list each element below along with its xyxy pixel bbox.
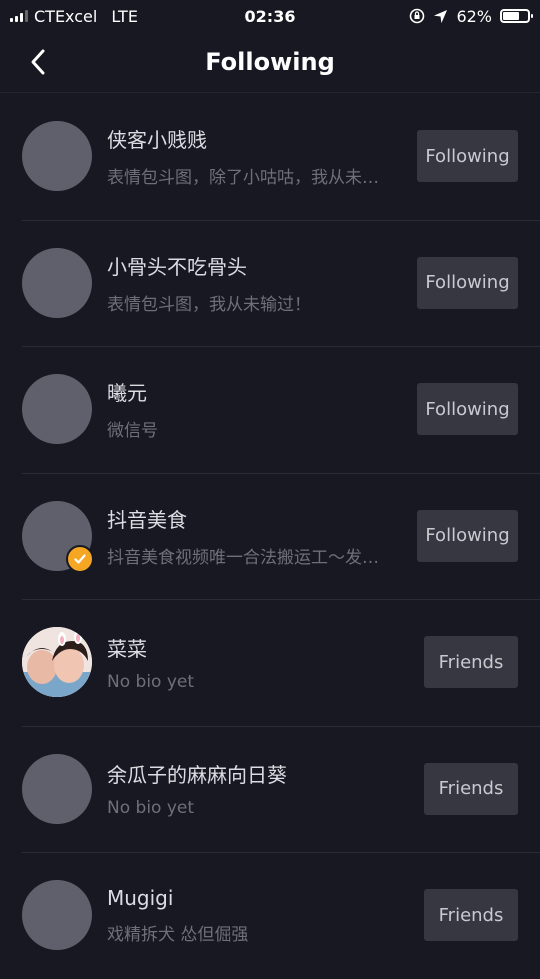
- carrier-label: CTExcel: [34, 6, 98, 26]
- user-name: 抖音美食: [107, 507, 187, 532]
- chevron-left-icon: [31, 49, 45, 75]
- list-item[interactable]: 侠客小贱贱 表情包斗图，除了小咕咕，我从未输过！ Following: [0, 93, 540, 220]
- avatar[interactable]: [22, 753, 92, 824]
- status-right: 62%: [409, 6, 533, 26]
- list-item[interactable]: 抖音美食 抖音美食视频唯一合法搬运工～发现更多美食 Following: [0, 472, 540, 600]
- user-info: 侠客小贱贱 表情包斗图，除了小咕咕，我从未输过！: [107, 124, 390, 188]
- list-item[interactable]: 小骨头不吃骨头 表情包斗图，我从未输过！ Following: [0, 219, 540, 347]
- signal-icon: [10, 10, 28, 22]
- orientation-lock-icon: [410, 8, 425, 24]
- list-item[interactable]: 菜菜 No bio yet Friends: [0, 599, 540, 726]
- user-bio: 戏精拆犬 怂但倔强: [107, 924, 249, 945]
- location-arrow-icon: [434, 9, 448, 23]
- profile-photo-image: [22, 627, 92, 698]
- user-name: 曦元: [107, 381, 147, 406]
- status-bar: CTExcel LTE 02:36 62%: [0, 0, 540, 32]
- user-bio: 微信号: [107, 421, 158, 442]
- user-info: 菜菜 No bio yet: [107, 633, 390, 692]
- friends-button[interactable]: Friends: [424, 636, 518, 689]
- following-button[interactable]: Following: [417, 509, 518, 562]
- user-bio: No bio yet: [107, 671, 195, 692]
- user-bio: 抖音美食视频唯一合法搬运工～发现更多美食: [107, 547, 390, 568]
- avatar-photo[interactable]: [22, 627, 92, 698]
- following-list: 侠客小贱贱 表情包斗图，除了小咕咕，我从未输过！ Following 小骨头不吃…: [0, 93, 540, 979]
- user-bio: No bio yet: [107, 798, 195, 819]
- status-left: CTExcel LTE: [10, 7, 138, 26]
- following-button[interactable]: Following: [417, 130, 518, 183]
- avatar[interactable]: [22, 500, 94, 573]
- following-button[interactable]: Following: [417, 256, 518, 309]
- friends-button[interactable]: Friends: [424, 889, 518, 942]
- user-info: 抖音美食 抖音美食视频唯一合法搬运工～发现更多美食: [107, 504, 390, 568]
- user-info: 余瓜子的麻麻向日葵 No bio yet: [107, 759, 390, 818]
- avatar[interactable]: [22, 247, 92, 318]
- list-item[interactable]: 曦元 微信号 Following: [0, 346, 540, 473]
- friends-button[interactable]: Friends: [424, 762, 518, 815]
- following-button[interactable]: Following: [417, 383, 518, 436]
- user-name: Mugigi: [107, 885, 174, 910]
- user-bio: 表情包斗图，我从未输过！: [107, 294, 311, 315]
- checkmark-icon: [74, 554, 86, 564]
- avatar[interactable]: [22, 374, 92, 445]
- user-info: 小骨头不吃骨头 表情包斗图，我从未输过！: [107, 251, 390, 315]
- user-name: 菜菜: [107, 636, 147, 661]
- avatar[interactable]: [22, 121, 92, 192]
- user-name: 余瓜子的麻麻向日葵: [107, 763, 287, 788]
- verified-badge-icon: [66, 544, 94, 573]
- page-title: Following: [205, 48, 335, 76]
- battery-icon: [500, 9, 533, 23]
- user-bio: 表情包斗图，除了小咕咕，我从未输过！: [107, 168, 390, 189]
- user-name: 侠客小贱贱: [107, 128, 207, 153]
- nav-header: Following: [0, 32, 540, 93]
- back-button[interactable]: [22, 46, 54, 78]
- user-info: 曦元 微信号: [107, 377, 390, 441]
- list-item[interactable]: 余瓜子的麻麻向日葵 No bio yet Friends: [0, 725, 540, 853]
- user-info: Mugigi 戏精拆犬 怂但倔强: [107, 886, 390, 945]
- user-name: 小骨头不吃骨头: [107, 254, 247, 279]
- avatar[interactable]: [22, 880, 92, 951]
- battery-percent: 62%: [456, 6, 492, 26]
- network-label: LTE: [111, 6, 138, 26]
